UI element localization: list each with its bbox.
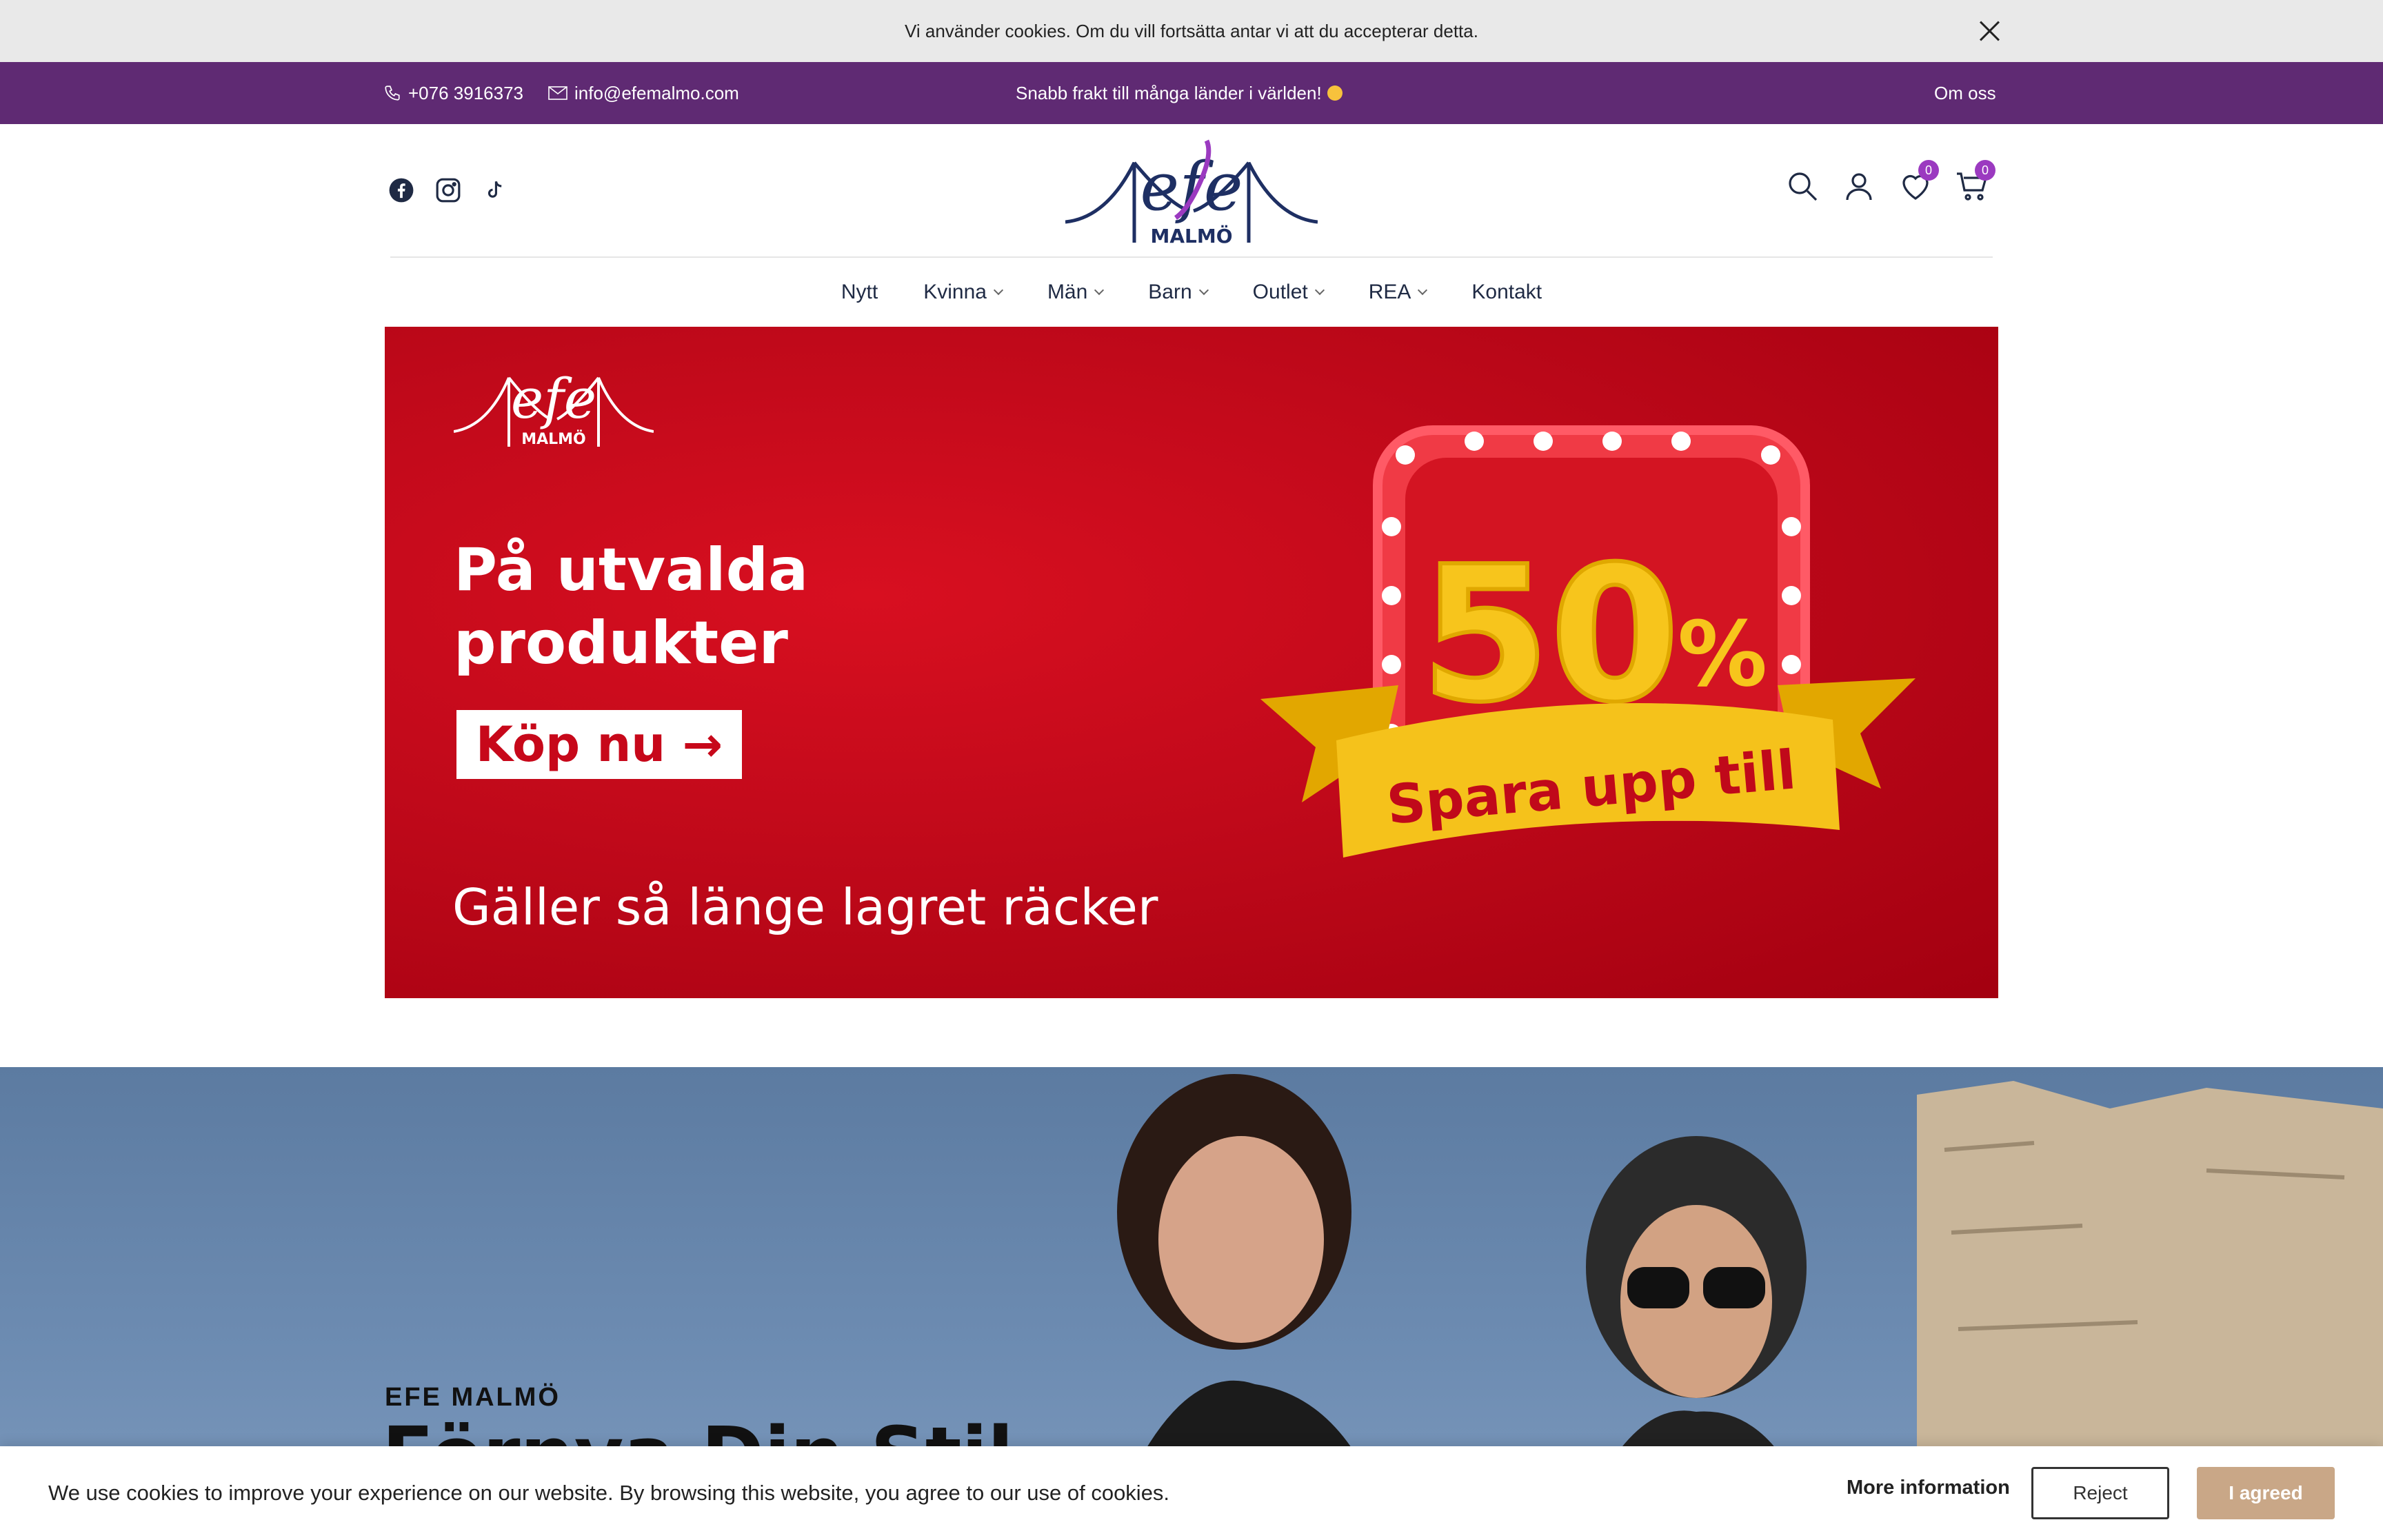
nav-item-label: Nytt [841,281,878,303]
nav-item-label: Kvinna [923,281,987,303]
account-icon[interactable] [1842,170,1876,203]
wishlist-count-badge: 0 [1918,160,1939,181]
shipping-promo: Snabb frakt till många länder i världen! [1016,62,1343,124]
banner-headline: På utvalda produkter [454,534,808,680]
phone-icon [385,85,400,101]
top-info-bar: +076 3916373 info@efemalmo.com Snabb fra… [0,62,2383,124]
chevron-down-icon [993,285,1004,296]
nav-item-label: Outlet [1252,281,1308,303]
chevron-down-icon [1418,285,1428,296]
envelope-icon [548,86,567,100]
phone-link[interactable]: +076 3916373 [383,62,523,124]
tiktok-icon[interactable] [481,176,509,204]
close-icon[interactable] [1973,15,2005,47]
more-information-link[interactable]: More information [1847,1477,2010,1499]
fifty-percent-badge: 50 % Spara upp till [1260,425,1916,858]
search-icon[interactable] [1786,170,1819,203]
about-link[interactable]: Om oss [1934,62,1996,124]
sale-banner[interactable]: efe MALMÖ På utvalda produkter Köp nu → … [385,327,1998,998]
logo-city: MALMÖ [1150,224,1232,247]
nav-item-outlet[interactable]: Outlet [1252,281,1325,304]
hero-eyebrow: EFE MALMÖ [385,1383,561,1412]
nav-item-label: Barn [1148,281,1192,303]
instagram-icon[interactable] [434,176,462,204]
agree-button[interactable]: I agreed [2197,1467,2335,1519]
header-actions: 0 0 [1786,160,1995,203]
facebook-icon[interactable] [388,176,415,204]
nav-item-kvinna[interactable]: Kvinna [923,281,1004,304]
reject-button[interactable]: Reject [2031,1467,2169,1519]
social-links [388,176,509,204]
promo-text: Snabb frakt till många länder i världen! [1016,82,1322,103]
banner-disclaimer: Gäller så länge lagret räcker [452,878,1158,936]
cookie-notice-bar: Vi använder cookies. Om du vill fortsätt… [0,0,2383,62]
banner-logo: efe MALMÖ [454,367,654,448]
phone-number: +076 3916373 [408,82,524,103]
chevron-down-icon [1198,285,1209,296]
nav-item-rea[interactable]: REA [1368,281,1428,304]
email-link[interactable]: info@efemalmo.com [548,62,739,124]
chevron-down-icon [1094,285,1105,296]
banner-logo-city: MALMÖ [521,430,586,448]
cookie-consent-bar: We use cookies to improve your experienc… [0,1446,2383,1540]
email-address: info@efemalmo.com [574,82,739,103]
discount-percent: % [1678,602,1767,707]
cart-icon[interactable]: 0 [1955,160,1995,203]
headline-line-1: På utvalda [454,536,809,605]
nav-item-label: REA [1368,281,1411,303]
headline-line-2: produkter [454,609,788,678]
cart-count-badge: 0 [1975,160,1995,181]
emoji-icon [1327,85,1343,101]
cookie-notice-text: Vi använder cookies. Om du vill fortsätt… [905,20,1478,41]
nav-item-man[interactable]: Män [1047,281,1105,304]
logo-script: efe [1140,148,1243,225]
wishlist-icon[interactable]: 0 [1899,160,1939,203]
efe-malmo-logo[interactable]: efe MALMÖ [1065,135,1318,248]
chevron-down-icon [1314,285,1325,296]
nav-item-label: Kontakt [1471,281,1542,303]
nav-item-kontakt[interactable]: Kontakt [1471,281,1542,304]
shop-now-button[interactable]: Köp nu → [456,710,742,779]
nav-item-nytt[interactable]: Nytt [841,281,878,304]
cookie-consent-message: We use cookies to improve your experienc… [48,1481,1170,1505]
nav-item-label: Män [1047,281,1088,303]
nav-item-barn[interactable]: Barn [1148,281,1209,304]
main-nav: Nytt Kvinna Män Barn Outlet REA Kontakt [0,258,2383,327]
banner-logo-script: efe [511,367,596,431]
site-header: efe MALMÖ 0 0 [0,124,2383,258]
